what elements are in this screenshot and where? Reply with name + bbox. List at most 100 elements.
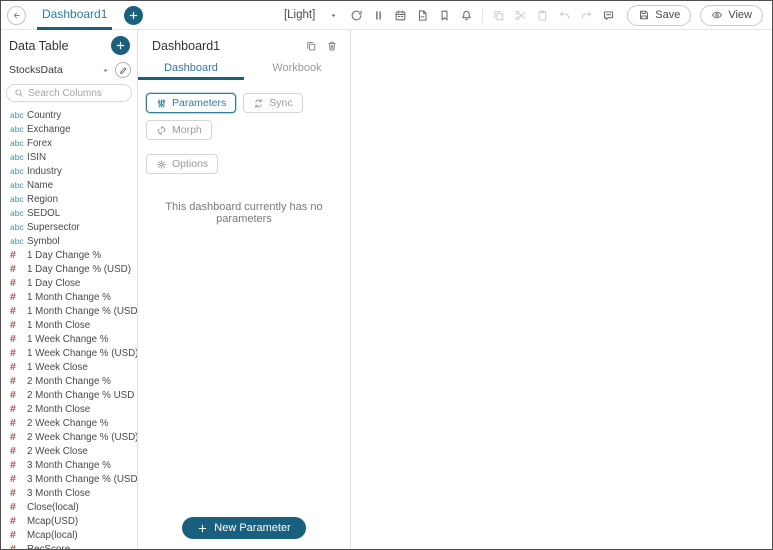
numeric-type-icon: # bbox=[10, 375, 16, 387]
sliders-icon bbox=[156, 98, 167, 109]
column-item[interactable]: abc Supersector bbox=[10, 220, 137, 234]
notifications-icon[interactable] bbox=[457, 6, 476, 24]
column-item[interactable]: #2 Week Change % (USD) bbox=[10, 430, 137, 444]
column-item[interactable]: #3 Month Change % (USD) bbox=[10, 472, 137, 486]
pencil-icon bbox=[119, 66, 128, 75]
schedule-icon[interactable] bbox=[391, 6, 410, 24]
column-item[interactable]: #3 Month Change % bbox=[10, 458, 137, 472]
parameters-button-label: Parameters bbox=[172, 97, 227, 109]
no-parameters-message: This dashboard currently has no paramete… bbox=[165, 201, 323, 225]
column-item[interactable]: # Mcap(USD) bbox=[10, 514, 137, 528]
column-item[interactable]: abc Country bbox=[10, 108, 137, 122]
search-columns-input[interactable] bbox=[28, 87, 124, 99]
column-item[interactable]: abc ISIN bbox=[10, 150, 137, 164]
numeric-type-icon: # bbox=[10, 333, 16, 345]
save-icon bbox=[638, 9, 650, 21]
column-item[interactable]: abc Name bbox=[10, 178, 137, 192]
table-name[interactable]: StocksData bbox=[9, 64, 63, 76]
sync-button-label: Sync bbox=[269, 97, 293, 109]
column-item[interactable]: #1 Day Change % (USD) bbox=[10, 262, 137, 276]
panel-header: Dashboard1 bbox=[138, 30, 350, 55]
column-item[interactable]: abc SEDOL bbox=[10, 206, 137, 220]
numeric-type-icon: # bbox=[10, 347, 16, 359]
column-label: 1 Month Change % (USD) bbox=[27, 305, 137, 317]
panel-title: Dashboard1 bbox=[152, 39, 221, 53]
column-item[interactable]: #1 Month Close bbox=[10, 318, 137, 332]
comment-icon[interactable] bbox=[599, 6, 618, 24]
column-label: 2 Week Change % (USD) bbox=[27, 431, 137, 443]
column-item[interactable]: #2 Month Change % bbox=[10, 374, 137, 388]
column-item[interactable]: #3 Month Close bbox=[10, 486, 137, 500]
text-type-icon: abc bbox=[10, 138, 24, 148]
toolbar-icons bbox=[347, 6, 618, 24]
column-label: Country bbox=[27, 109, 62, 121]
pause-icon[interactable] bbox=[369, 6, 388, 24]
numeric-type-icon: # bbox=[10, 431, 16, 443]
column-item[interactable]: #2 Week Close bbox=[10, 444, 137, 458]
column-item[interactable]: #1 Day Change % bbox=[10, 248, 137, 262]
add-dashboard-button[interactable] bbox=[124, 5, 144, 25]
theme-selector[interactable]: [Light] bbox=[284, 9, 338, 21]
caret-down-icon[interactable] bbox=[101, 66, 110, 75]
paste-icon bbox=[533, 6, 552, 24]
numeric-type-icon: # bbox=[10, 529, 16, 541]
column-label: Supersector bbox=[27, 221, 80, 233]
duplicate-dashboard-button[interactable] bbox=[305, 40, 317, 52]
column-item[interactable]: #2 Month Close bbox=[10, 402, 137, 416]
column-item[interactable]: # Mcap(local) bbox=[10, 528, 137, 542]
new-parameter-button[interactable]: New Parameter bbox=[182, 517, 306, 539]
view-button[interactable]: View bbox=[700, 4, 763, 26]
column-label: Region bbox=[27, 193, 59, 205]
dashboard-canvas[interactable] bbox=[351, 30, 772, 549]
undo-icon bbox=[555, 6, 574, 24]
sync-button[interactable]: Sync bbox=[243, 93, 303, 113]
refresh-icon[interactable] bbox=[347, 6, 366, 24]
column-label: 1 Week Change % (USD) bbox=[27, 347, 137, 359]
column-item[interactable]: #1 Week Close bbox=[10, 360, 137, 374]
morph-button[interactable]: Morph bbox=[146, 120, 212, 140]
column-item[interactable]: #1 Month Change % bbox=[10, 290, 137, 304]
parameters-button[interactable]: Parameters bbox=[146, 93, 237, 113]
delete-dashboard-button[interactable] bbox=[326, 40, 338, 52]
edit-table-button[interactable] bbox=[115, 62, 131, 78]
column-item[interactable]: abc Exchange bbox=[10, 122, 137, 136]
column-item[interactable]: abc Forex bbox=[10, 136, 137, 150]
column-item[interactable]: # RecScore bbox=[10, 542, 137, 549]
numeric-type-icon: # bbox=[10, 501, 16, 513]
numeric-type-icon: # bbox=[10, 487, 16, 499]
eye-icon bbox=[711, 9, 723, 21]
numeric-type-icon: # bbox=[10, 291, 16, 303]
column-item[interactable]: #2 Week Change % bbox=[10, 416, 137, 430]
add-data-table-button[interactable] bbox=[111, 36, 130, 55]
save-button[interactable]: Save bbox=[627, 4, 692, 26]
back-button[interactable] bbox=[7, 5, 26, 25]
tab-workbook[interactable]: Workbook bbox=[244, 58, 350, 80]
column-item[interactable]: abc Symbol bbox=[10, 234, 137, 248]
trash-icon bbox=[326, 40, 338, 52]
text-type-icon: abc bbox=[10, 208, 24, 218]
column-item[interactable]: #1 Week Change % bbox=[10, 332, 137, 346]
column-item[interactable]: abc Industry bbox=[10, 164, 137, 178]
column-label: 1 Day Change % (USD) bbox=[27, 263, 131, 275]
numeric-type-icon: # bbox=[10, 305, 16, 317]
sidebar-title: Data Table bbox=[9, 38, 69, 53]
export-file-icon[interactable] bbox=[413, 6, 432, 24]
bookmark-icon[interactable] bbox=[435, 6, 454, 24]
text-type-icon: abc bbox=[10, 236, 24, 246]
redo-icon bbox=[577, 6, 596, 24]
table-selector-row: StocksData bbox=[1, 58, 137, 81]
tab-dashboard[interactable]: Dashboard bbox=[138, 58, 244, 80]
options-button[interactable]: Options bbox=[146, 154, 219, 174]
new-parameter-container: New Parameter bbox=[138, 517, 350, 549]
tab-dashboard1[interactable]: Dashboard1 bbox=[37, 1, 113, 30]
column-item[interactable]: #1 Week Change % (USD) bbox=[10, 346, 137, 360]
column-label: RecScore bbox=[27, 543, 71, 550]
column-item[interactable]: abc Region bbox=[10, 192, 137, 206]
column-item[interactable]: #1 Month Change % (USD) bbox=[10, 304, 137, 318]
numeric-type-icon: # bbox=[10, 417, 16, 429]
column-item[interactable]: #2 Month Change % USD bbox=[10, 388, 137, 402]
column-item[interactable]: # Close(local) bbox=[10, 500, 137, 514]
column-item[interactable]: #1 Day Close bbox=[10, 276, 137, 290]
tab-workbook-label: Workbook bbox=[272, 62, 322, 74]
column-label: 3 Month Change % (USD) bbox=[27, 473, 137, 485]
